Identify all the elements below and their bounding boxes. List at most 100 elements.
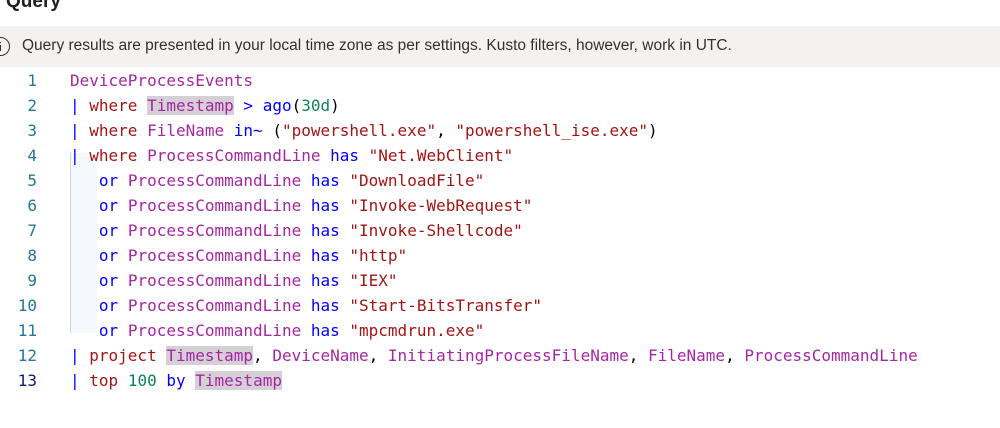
code-line[interactable]: 8 or ProcessCommandLine has "http" [0, 243, 1000, 268]
code-token: or [98, 296, 119, 315]
code-token: , [725, 346, 745, 365]
code-line[interactable]: 9 or ProcessCommandLine has "IEX" [0, 268, 1000, 293]
code-token: | [70, 96, 90, 115]
code-line[interactable]: 7 or ProcessCommandLine has "Invoke-Shel… [0, 218, 1000, 243]
code-token: has [310, 171, 340, 190]
code-text[interactable]: | project Timestamp, DeviceName, Initiat… [70, 343, 918, 368]
code-text[interactable]: | where ProcessCommandLine has "Net.WebC… [70, 143, 513, 168]
code-token: | [70, 346, 90, 365]
code-token: ProcessCommandLine [127, 271, 302, 290]
code-text[interactable]: or ProcessCommandLine has "Start-BitsTra… [70, 293, 542, 318]
code-token: where [89, 146, 138, 165]
code-line[interactable]: 10 or ProcessCommandLine has "Start-Bits… [0, 293, 1000, 318]
line-number: 10 [17, 296, 37, 315]
code-token: has [330, 146, 360, 165]
code-line[interactable]: 2 | where Timestamp > ago(30d) [0, 93, 1000, 118]
line-number: 7 [27, 221, 37, 240]
code-token: "http" [349, 246, 408, 265]
code-text[interactable]: | where Timestamp > ago(30d) [70, 93, 340, 118]
code-text[interactable]: or ProcessCommandLine has "Invoke-WebReq… [70, 193, 533, 218]
code-line[interactable]: 5 or ProcessCommandLine has "DownloadFil… [0, 168, 1000, 193]
code-line[interactable]: 6 or ProcessCommandLine has "Invoke-WebR… [0, 193, 1000, 218]
code-token: > [243, 96, 254, 115]
code-token: has [310, 321, 340, 340]
code-token: or [98, 171, 119, 190]
info-banner: Query results are presented in your loca… [0, 26, 1000, 67]
code-token: | [70, 146, 90, 165]
code-text[interactable]: or ProcessCommandLine has "mpcmdrun.exe" [70, 318, 484, 343]
code-token: or [98, 246, 119, 265]
line-number: 9 [27, 271, 37, 290]
code-line[interactable]: 3 | where FileName in~ ("powershell.exe",… [0, 118, 1000, 143]
code-text[interactable]: or ProcessCommandLine has "DownloadFile" [70, 168, 484, 193]
code-token: "Net.WebClient" [368, 146, 514, 165]
code-token: Timestamp [166, 346, 254, 365]
code-token: DeviceName [272, 346, 369, 365]
code-token: | [70, 371, 90, 390]
line-number: 5 [27, 171, 37, 190]
code-token: ProcessCommandLine [744, 346, 918, 365]
code-token: "powershell_ise.exe" [455, 121, 648, 140]
code-text[interactable]: or ProcessCommandLine has "IEX" [70, 268, 398, 293]
code-token: | [70, 121, 90, 140]
code-line[interactable]: 4 | where ProcessCommandLine has "Net.Web… [0, 143, 1000, 168]
code-token: or [98, 221, 119, 240]
code-line[interactable]: 13 | top 100 by Timestamp [0, 368, 1000, 393]
code-line[interactable]: 1 DeviceProcessEvents [0, 68, 1000, 93]
code-text[interactable]: or ProcessCommandLine has "Invoke-Shellc… [70, 218, 523, 243]
code-token: , [253, 346, 273, 365]
code-line[interactable]: 12 | project Timestamp, DeviceName, Initi… [0, 343, 1000, 368]
code-token: ProcessCommandLine [127, 196, 302, 215]
code-token: FileName [648, 346, 726, 365]
code-token: ProcessCommandLine [127, 171, 302, 190]
code-token: has [310, 296, 340, 315]
line-number: 8 [27, 246, 37, 265]
code-token: ( [262, 121, 282, 140]
code-token: or [98, 271, 119, 290]
code-token: where [89, 96, 138, 115]
code-token: or [98, 321, 119, 340]
query-editor[interactable]: 1 DeviceProcessEvents 2 | where Timestamp >… [0, 68, 1000, 398]
code-token: , [628, 346, 648, 365]
line-number: 3 [27, 121, 37, 140]
code-token: ProcessCommandLine [127, 221, 302, 240]
code-text[interactable]: | top 100 by Timestamp [70, 368, 282, 393]
code-token: "powershell.exe" [281, 121, 437, 140]
code-token: 30d [301, 96, 331, 115]
code-token: "DownloadFile" [349, 171, 485, 190]
code-text[interactable]: or ProcessCommandLine has "http" [70, 243, 407, 268]
code-token: ( [291, 96, 302, 115]
code-line[interactable]: 11 or ProcessCommandLine has "mpcmdrun.e… [0, 318, 1000, 343]
code-token: DeviceProcessEvents [70, 71, 254, 90]
line-number: 13 [17, 371, 37, 390]
code-text[interactable]: DeviceProcessEvents [70, 68, 253, 93]
code-token: ) [648, 121, 658, 140]
code-text[interactable]: | where FileName in~ ("powershell.exe", … [70, 118, 658, 143]
code-token: , [368, 346, 388, 365]
code-token: ProcessCommandLine [127, 246, 302, 265]
info-banner-text: Query results are presented in your loca… [22, 37, 732, 54]
